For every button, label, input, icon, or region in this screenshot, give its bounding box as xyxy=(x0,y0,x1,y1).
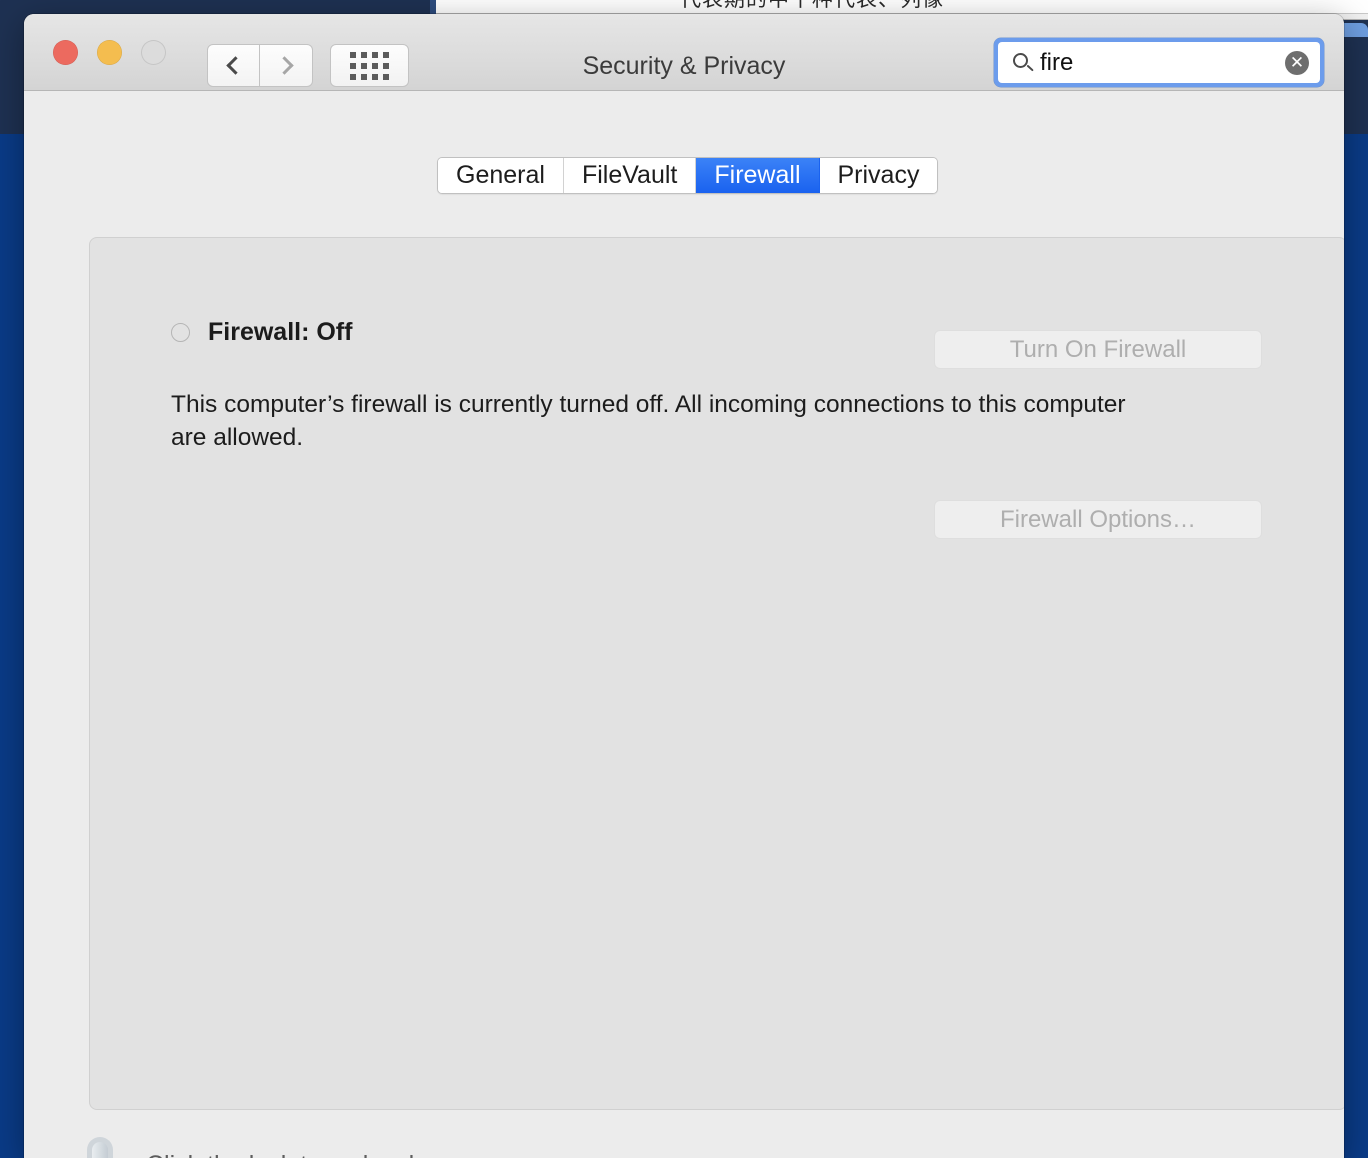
security-privacy-window: Security & Privacy ✕ General FileVault F… xyxy=(24,14,1344,1158)
firewall-panel: Firewall: Off This computer’s firewall i… xyxy=(89,237,1344,1110)
clear-search-icon[interactable]: ✕ xyxy=(1285,50,1309,75)
turn-on-firewall-button[interactable]: Turn On Firewall xyxy=(934,330,1262,369)
firewall-options-button[interactable]: Firewall Options… xyxy=(934,500,1262,539)
lock-closed-icon[interactable] xyxy=(77,1137,123,1158)
background-window-text: 代表期的中千种代表、列像 xyxy=(680,0,944,13)
window-body: General FileVault Firewall Privacy Firew… xyxy=(24,91,1344,1158)
tab-bar: General FileVault Firewall Privacy xyxy=(437,157,939,194)
tab-privacy[interactable]: Privacy xyxy=(819,158,938,193)
firewall-status-label: Firewall: Off xyxy=(208,318,353,346)
firewall-status-indicator xyxy=(171,323,190,342)
tab-filevault[interactable]: FileVault xyxy=(563,158,697,193)
background-window-tab-edge xyxy=(430,0,436,14)
firewall-status-row: Firewall: Off xyxy=(171,318,352,347)
lock-shackle xyxy=(87,1137,113,1158)
search-icon xyxy=(1013,52,1028,68)
search-input[interactable] xyxy=(1040,48,1260,77)
firewall-description: This computer’s firewall is currently tu… xyxy=(171,391,1126,451)
window-titlebar: Security & Privacy ✕ xyxy=(24,14,1344,91)
search-field-focus-ring: ✕ xyxy=(994,38,1324,87)
tab-general[interactable]: General xyxy=(438,158,564,193)
lock-hint-text: Click the lock to make changes. xyxy=(146,1151,498,1158)
search-field[interactable]: ✕ xyxy=(998,42,1320,83)
tab-firewall[interactable]: Firewall xyxy=(696,158,820,193)
window-footer xyxy=(24,1033,1344,1157)
